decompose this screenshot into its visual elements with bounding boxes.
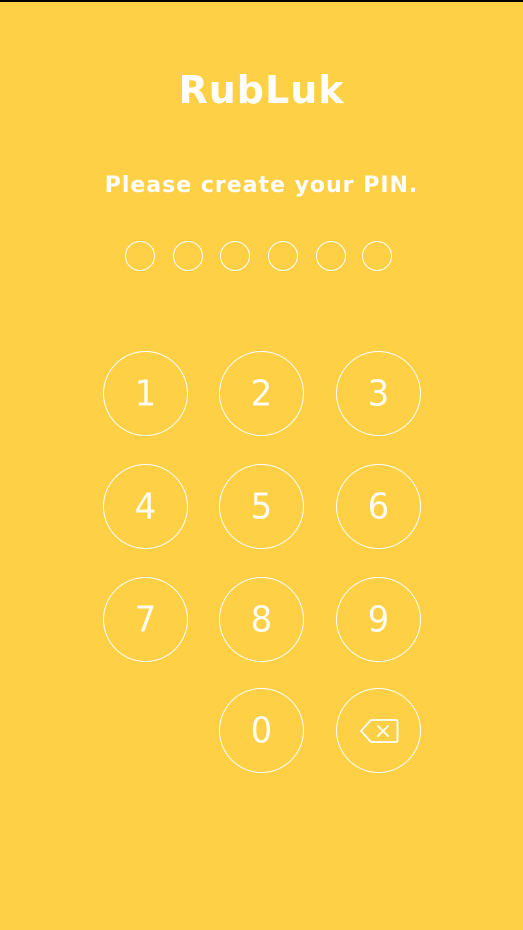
key-9[interactable]: 9 [336, 577, 421, 662]
key-5[interactable]: 5 [219, 464, 304, 549]
pin-dot [268, 241, 298, 271]
key-label: 8 [250, 598, 273, 641]
pin-prompt: Please create your PIN. [104, 173, 419, 198]
pin-indicator [125, 241, 397, 275]
key-6[interactable]: 6 [336, 464, 421, 549]
key-label: 9 [367, 598, 390, 641]
key-0[interactable]: 0 [219, 688, 304, 773]
key-label: 6 [367, 485, 390, 528]
key-8[interactable]: 8 [219, 577, 304, 662]
key-2[interactable]: 2 [219, 351, 304, 436]
key-label: 3 [367, 372, 390, 415]
key-3[interactable]: 3 [336, 351, 421, 436]
delete-button[interactable] [336, 688, 421, 773]
app-title: RubLuk [178, 68, 345, 112]
key-label: 7 [134, 598, 157, 641]
key-label: 1 [134, 372, 157, 415]
key-label: 2 [250, 372, 273, 415]
key-7[interactable]: 7 [103, 577, 188, 662]
pin-dot [316, 241, 346, 271]
key-1[interactable]: 1 [103, 351, 188, 436]
backspace-icon [359, 718, 398, 743]
pin-dot [362, 241, 392, 271]
pin-dot [125, 241, 155, 271]
key-label: 4 [134, 485, 157, 528]
key-4[interactable]: 4 [103, 464, 188, 549]
key-label: 0 [250, 709, 273, 752]
pin-dot [220, 241, 250, 271]
pin-screen: RubLuk Please create your PIN. 1 2 3 4 5… [0, 2, 523, 930]
key-label: 5 [250, 485, 273, 528]
pin-dot [173, 241, 203, 271]
